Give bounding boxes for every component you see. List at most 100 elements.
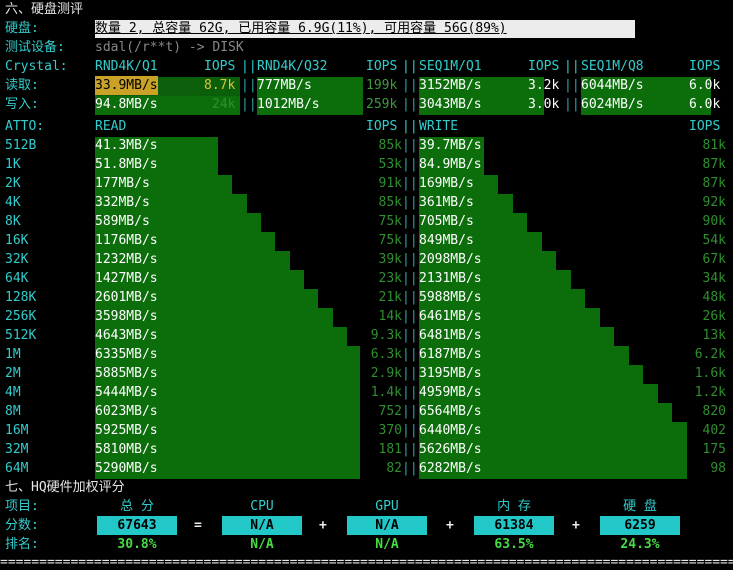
atto-read-iops-header: IOPS: [366, 119, 398, 134]
atto-row-read-iops: 91k: [378, 176, 402, 191]
atto-col-divider: ||: [402, 347, 418, 362]
crystal-col-divider: ||: [402, 59, 418, 74]
atto-col-divider: ||: [402, 423, 418, 438]
section7-title: 七、HQ硬件加权评分: [5, 480, 125, 495]
crystal-col-divider: ||: [564, 97, 580, 112]
operator-plus: +: [446, 518, 454, 533]
atto-row-write-iops: 67k: [702, 252, 726, 267]
atto-row-write-iops: 13k: [702, 328, 726, 343]
rank-label: 排名:: [5, 537, 39, 552]
atto-row-size: 1M: [5, 347, 21, 362]
atto-col-divider: ||: [402, 214, 418, 229]
atto-col-divider: ||: [402, 385, 418, 400]
atto-row-size: 1K: [5, 157, 21, 172]
atto-row-read: 41.3MB/s: [95, 138, 158, 153]
crystal-read-seq1m-q8: 6044MB/s: [581, 78, 644, 93]
crystal-col-divider: ||: [564, 59, 580, 74]
atto-col-divider: ||: [402, 309, 418, 324]
atto-row-read-iops: 2.9k: [370, 366, 402, 381]
atto-row-read: 5810MB/s: [95, 442, 158, 457]
score-col-total-header: 总 分: [120, 499, 154, 514]
crystal-header-iops-2: IOPS: [366, 59, 398, 74]
atto-row-read: 6023MB/s: [95, 404, 158, 419]
atto-row-read-iops: 39k: [378, 252, 402, 267]
atto-row-write: 2131MB/s: [419, 271, 482, 286]
atto-label: ATTO:: [5, 119, 45, 134]
rank-disk: 24.3%: [620, 537, 660, 552]
crystal-write-iops-4: 6.0k: [689, 97, 721, 112]
rank-total: 30.8%: [117, 537, 157, 552]
atto-row-write-iops: 87k: [702, 176, 726, 191]
atto-row-write: 6461MB/s: [419, 309, 482, 324]
atto-row-read: 2601MB/s: [95, 290, 158, 305]
atto-row-size: 512B: [5, 138, 37, 153]
crystal-write-iops-3: 3.0k: [528, 97, 560, 112]
atto-row-write: 169MB/s: [419, 176, 474, 191]
crystal-write-seq1m-q8: 6024MB/s: [581, 97, 644, 112]
crystal-write-rnd4k-q32: 1012MB/s: [257, 97, 320, 112]
atto-row-read-iops: 752: [378, 404, 402, 419]
atto-row-write: 2098MB/s: [419, 252, 482, 267]
atto-row-read-iops: 75k: [378, 214, 402, 229]
atto-row-write: 6187MB/s: [419, 347, 482, 362]
score-col-gpu-header: GPU: [375, 499, 399, 514]
crystal-read-iops-1: 8.7k: [204, 78, 236, 93]
atto-row-write: 6564MB/s: [419, 404, 482, 419]
score-col-disk-header: 硬 盘: [623, 499, 657, 514]
atto-row-write-iops: 98: [710, 461, 726, 476]
operator-plus: +: [319, 518, 327, 533]
score-gpu: N/A: [347, 516, 427, 535]
atto-row-read: 1232MB/s: [95, 252, 158, 267]
device-value: sdal(/r**t) -> DISK: [95, 40, 244, 55]
score-cpu: N/A: [222, 516, 302, 535]
atto-row-size: 128K: [5, 290, 37, 305]
atto-row-read-iops: 6.3k: [370, 347, 402, 362]
atto-row-write-iops: 90k: [702, 214, 726, 229]
atto-col-divider: ||: [402, 271, 418, 286]
crystal-col-divider: ||: [241, 97, 257, 112]
crystal-header-seq1m-q1: SEQ1M/Q1: [419, 59, 482, 74]
atto-row-write: 3195MB/s: [419, 366, 482, 381]
atto-row-write: 6440MB/s: [419, 423, 482, 438]
score-memory: 61384: [474, 516, 554, 535]
atto-col-divider: ||: [402, 290, 418, 305]
atto-col-divider: ||: [402, 252, 418, 267]
atto-row-write: 5626MB/s: [419, 442, 482, 457]
atto-row-size: 64K: [5, 271, 29, 286]
atto-row-size: 8M: [5, 404, 21, 419]
atto-row-write-iops: 175: [702, 442, 726, 457]
atto-row-write: 361MB/s: [419, 195, 474, 210]
atto-row-size: 16K: [5, 233, 29, 248]
atto-row-write-iops: 92k: [702, 195, 726, 210]
terminal-window: 六、硬盘测评 硬盘: 数量 2, 总容量 62G, 已用容量 6.9G(11%)…: [0, 0, 733, 570]
atto-row-size: 2M: [5, 366, 21, 381]
atto-row-write-iops: 34k: [702, 271, 726, 286]
atto-row-read-iops: 85k: [378, 138, 402, 153]
separator-line: ========================================…: [0, 556, 733, 570]
atto-col-divider: ||: [402, 366, 418, 381]
crystal-header-rnd4k-q1: RND4K/Q1: [95, 59, 158, 74]
atto-row-read: 332MB/s: [95, 195, 150, 210]
atto-row-write-iops: 54k: [702, 233, 726, 248]
atto-row-write: 39.7MB/s: [419, 138, 482, 153]
atto-row-write: 6282MB/s: [419, 461, 482, 476]
atto-row-read: 1427MB/s: [95, 271, 158, 286]
atto-col-divider: ||: [402, 442, 418, 457]
atto-row-read: 5444MB/s: [95, 385, 158, 400]
disk-summary: 数量 2, 总容量 62G, 已用容量 6.9G(11%), 可用容量 56G(…: [95, 20, 635, 38]
operator-equals: =: [194, 518, 202, 533]
atto-row-write: 849MB/s: [419, 233, 474, 248]
crystal-header-iops-3: IOPS: [528, 59, 560, 74]
atto-row-read-iops: 75k: [378, 233, 402, 248]
crystal-read-iops-2: 199k: [366, 78, 398, 93]
crystal-read-rnd4k-q1: 33.9MB/s: [95, 76, 158, 95]
atto-row-write-iops: 48k: [702, 290, 726, 305]
disk-label: 硬盘:: [5, 21, 39, 36]
atto-row-size: 32M: [5, 442, 29, 457]
atto-row-size: 4K: [5, 195, 21, 210]
atto-col-divider: ||: [402, 233, 418, 248]
atto-row-read: 4643MB/s: [95, 328, 158, 343]
atto-row-size: 512K: [5, 328, 37, 343]
crystal-read-iops-4: 6.0k: [689, 78, 721, 93]
atto-row-write: 705MB/s: [419, 214, 474, 229]
